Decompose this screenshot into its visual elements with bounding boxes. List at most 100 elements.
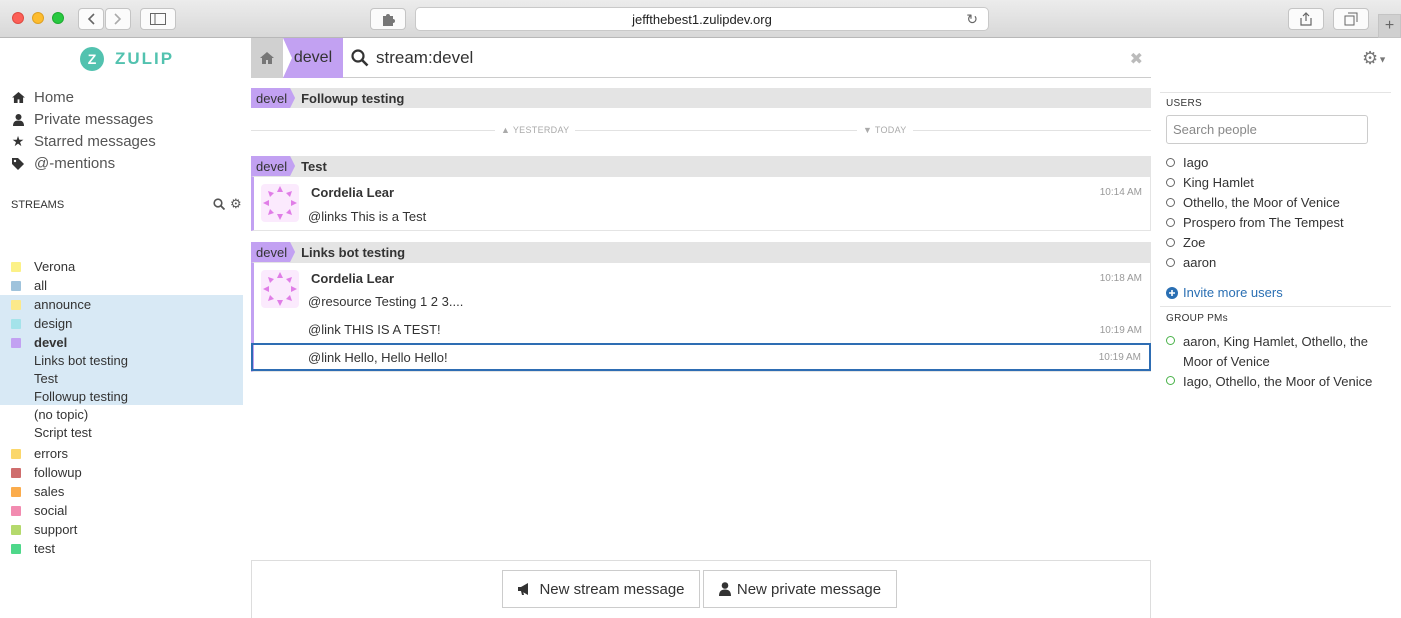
status-circle-icon — [1166, 158, 1175, 167]
stream-name: social — [34, 503, 68, 518]
user-item[interactable]: aaron — [1166, 255, 1216, 270]
close-window-button[interactable] — [12, 12, 24, 24]
message[interactable]: 10:19 AM @link THIS IS A TEST! — [254, 315, 1150, 343]
recipient-stream[interactable]: devel — [251, 156, 295, 176]
search-bar: devel stream:devel ✖ — [251, 38, 1151, 78]
recipient-bar[interactable]: devel Followup testing — [251, 88, 1151, 108]
maximize-window-button[interactable] — [52, 12, 64, 24]
stream-item-devel[interactable]: devel — [11, 335, 67, 350]
topic-item[interactable]: Script test — [34, 425, 92, 440]
stream-item[interactable]: social — [11, 503, 67, 518]
stream-item[interactable]: errors — [11, 446, 68, 461]
search-streams-icon[interactable] — [213, 198, 226, 213]
address-bar[interactable]: jeffthebest1.zulipdev.org ↻ — [415, 7, 989, 31]
home-tab[interactable] — [251, 38, 283, 78]
new-private-message-button[interactable]: New private message — [703, 570, 897, 608]
back-button[interactable] — [78, 8, 104, 30]
user-item[interactable]: Othello, the Moor of Venice — [1166, 195, 1340, 210]
message-time: 10:14 AM — [1099, 187, 1142, 198]
group-pm-name: aaron, King Hamlet, Othello, the Moor of… — [1183, 334, 1368, 369]
zulip-logo[interactable]: Z ZULIP — [80, 47, 174, 71]
avatar[interactable] — [261, 184, 299, 222]
topic-item[interactable]: Links bot testing — [34, 353, 128, 368]
stream-item[interactable]: support — [11, 522, 77, 537]
avatar[interactable] — [261, 270, 299, 308]
nav-starred-messages[interactable]: ★ Starred messages — [11, 133, 156, 150]
status-circle-icon — [1166, 198, 1175, 207]
stream-tab[interactable]: devel — [283, 38, 343, 78]
stream-settings-gear-icon[interactable]: ⚙ — [230, 197, 242, 213]
minimize-window-button[interactable] — [32, 12, 44, 24]
new-stream-message-button[interactable]: New stream message — [502, 570, 700, 608]
nav-mentions[interactable]: @-mentions — [11, 155, 115, 172]
home-icon — [260, 52, 274, 64]
message[interactable]: Cordelia Lear 10:18 AM @resource Testing… — [254, 263, 1150, 315]
topic-item[interactable]: (no topic) — [34, 407, 88, 422]
recipient-bar[interactable]: devel Test — [251, 156, 1151, 176]
tabs-overview-button[interactable] — [1333, 8, 1369, 30]
stream-color-swatch — [11, 299, 21, 310]
stream-color-swatch — [11, 486, 21, 497]
user-item[interactable]: Zoe — [1166, 235, 1205, 250]
stream-item[interactable]: sales — [11, 484, 64, 499]
group-pm-item[interactable]: aaron, King Hamlet, Othello, the Moor of… — [1166, 332, 1381, 372]
reload-icon[interactable]: ↻ — [966, 11, 978, 28]
topic-item[interactable]: Followup testing — [34, 389, 128, 404]
stream-item[interactable]: followup — [11, 465, 82, 480]
nav-private-messages[interactable]: Private messages — [11, 111, 153, 128]
extension-button[interactable] — [370, 8, 406, 30]
home-icon — [11, 92, 25, 103]
recipient-bar[interactable]: devel Links bot testing — [251, 242, 1151, 262]
stream-name: all — [34, 278, 48, 293]
message-content: @links This is a Test — [308, 209, 427, 224]
message-content: @resource Testing 1 2 3.... — [308, 294, 464, 309]
topic-item[interactable]: Test — [34, 371, 58, 386]
tag-icon — [11, 157, 25, 170]
stream-color-swatch — [11, 337, 21, 348]
group-pms-header: GROUP PMs — [1166, 313, 1228, 324]
search-people-input[interactable]: Search people — [1166, 115, 1368, 144]
nav-home[interactable]: Home — [11, 89, 74, 106]
stream-item[interactable]: Verona — [11, 259, 75, 274]
logo-mark: Z — [80, 47, 104, 71]
recipient-topic[interactable]: Links bot testing — [301, 245, 405, 260]
stream-item[interactable]: all — [11, 278, 47, 293]
search-icon — [351, 49, 369, 67]
message[interactable]: Cordelia Lear 10:14 AM @links This is a … — [254, 177, 1150, 230]
recipient-topic[interactable]: Test — [301, 159, 327, 174]
search-input[interactable]: stream:devel — [376, 48, 473, 68]
date-label: YESTERDAY — [512, 125, 570, 135]
stream-name: errors — [34, 446, 68, 461]
nav-label: Home — [34, 89, 75, 106]
user-name: King Hamlet — [1183, 175, 1254, 190]
forward-button[interactable] — [105, 8, 131, 30]
recipient-topic[interactable]: Followup testing — [301, 91, 404, 106]
clear-search-icon[interactable]: ✖ — [1130, 49, 1143, 69]
sidebar-toggle-button[interactable] — [140, 8, 176, 30]
divider — [1160, 92, 1391, 93]
stream-name: design — [34, 316, 73, 331]
chevron-right-icon — [114, 13, 122, 25]
group-pm-name: Iago, Othello, the Moor of Venice — [1183, 374, 1373, 389]
date-label: TODAY — [874, 125, 907, 135]
group-pm-item[interactable]: Iago, Othello, the Moor of Venice — [1166, 372, 1396, 392]
sender-name[interactable]: Cordelia Lear — [311, 271, 394, 286]
stream-item[interactable]: test — [11, 541, 55, 556]
recipient-stream[interactable]: devel — [251, 88, 295, 108]
sender-name[interactable]: Cordelia Lear — [311, 185, 394, 200]
share-button[interactable] — [1288, 8, 1324, 30]
user-item[interactable]: Prospero from The Tempest — [1166, 215, 1344, 230]
invite-users-link[interactable]: Invite more users — [1166, 285, 1283, 300]
divider — [251, 130, 1151, 131]
selected-message[interactable]: 10:19 AM @link Hello, Hello Hello! — [251, 343, 1151, 371]
button-label: New stream message — [539, 580, 685, 598]
recipient-stream[interactable]: devel — [251, 242, 295, 262]
stream-item[interactable]: announce — [11, 297, 91, 312]
message-content: @link THIS IS A TEST! — [308, 322, 441, 337]
sidebar-icon — [150, 13, 166, 25]
new-tab-button[interactable]: + — [1378, 14, 1401, 38]
stream-item[interactable]: design — [11, 316, 72, 331]
user-item[interactable]: Iago — [1166, 155, 1208, 170]
settings-menu-button[interactable]: ⚙▼ — [1362, 48, 1387, 69]
user-item[interactable]: King Hamlet — [1166, 175, 1254, 190]
